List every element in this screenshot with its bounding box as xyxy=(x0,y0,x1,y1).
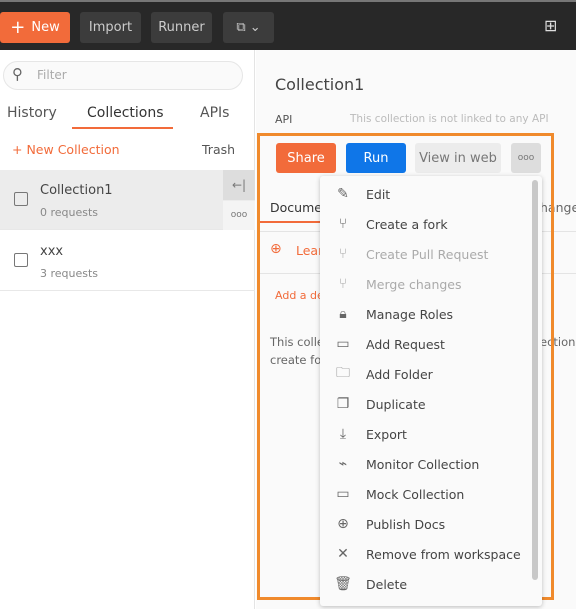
runner-button[interactable]: Runner xyxy=(151,12,212,43)
menu-item[interactable]: 🗀 Add Folder xyxy=(320,359,530,389)
tab-history[interactable]: History xyxy=(7,105,57,121)
menu-item[interactable]: 🗑︎ Delete xyxy=(320,569,530,599)
menu-scrollbar[interactable] xyxy=(532,180,538,580)
merge-icon: ⑂ xyxy=(338,276,348,292)
active-tab-indicator xyxy=(72,127,173,129)
folder-plus-icon: 🗀 xyxy=(336,365,350,381)
menu-item[interactable]: ▭ Mock Collection xyxy=(320,479,530,509)
tab-apis[interactable]: APIs xyxy=(200,105,229,121)
pencil-icon: ✎ xyxy=(337,186,349,202)
filter-input[interactable]: ⚲ Filter xyxy=(3,61,243,90)
folder-icon xyxy=(14,253,28,267)
collapse-icon[interactable]: ←| xyxy=(223,170,255,200)
api-label: API xyxy=(275,113,293,126)
plus-icon: + xyxy=(10,17,26,38)
more-options-icon[interactable]: ooo xyxy=(223,201,255,230)
top-toolbar: + New Import Runner ⧉ ⌄ ⊞ xyxy=(0,0,576,50)
api-text: This collection is not linked to any API xyxy=(350,113,549,125)
tab-collections[interactable]: Collections xyxy=(87,105,164,121)
collection-options-menu: ✎ Edit ⑂ Create a fork ⑂ Create Pull Request ⑂… xyxy=(320,176,542,606)
import-button[interactable]: Import xyxy=(80,12,141,43)
menu-item[interactable]: ✎ Edit xyxy=(320,179,530,209)
server-icon: ▭ xyxy=(336,486,350,502)
menu-item[interactable]: ⤓ Export xyxy=(320,419,530,449)
collection-item[interactable]: xxx 3 requests xyxy=(0,231,255,291)
menu-item[interactable]: ⌁ Monitor Collection xyxy=(320,449,530,479)
grid-icon[interactable]: ⊞ xyxy=(544,16,557,35)
monitor-icon: ⌁ xyxy=(338,456,348,472)
menu-item[interactable]: ⑂ Merge changes xyxy=(320,269,530,299)
menu-item[interactable]: ⑂ Create a fork xyxy=(320,209,530,239)
trash-icon: 🗑︎ xyxy=(334,576,352,592)
trash-button[interactable]: Trash xyxy=(202,142,235,157)
search-icon: ⚲ xyxy=(12,65,23,83)
folder-icon xyxy=(14,192,28,206)
lock-icon: 🔒︎ xyxy=(339,306,347,322)
page-title: Collection1 xyxy=(275,75,365,94)
menu-item[interactable]: ❐ Duplicate xyxy=(320,389,530,419)
pull-request-icon: ⑂ xyxy=(338,246,348,262)
new-button[interactable]: + New xyxy=(0,12,70,43)
globe-icon: ⊕ xyxy=(337,516,349,532)
new-window-button[interactable]: ⧉ ⌄ xyxy=(223,12,274,43)
menu-item[interactable]: ⑂ Create Pull Request xyxy=(320,239,530,269)
menu-item[interactable]: ✕ Remove from workspace xyxy=(320,539,530,569)
duplicate-icon: ❐ xyxy=(336,396,350,412)
download-icon: ⤓ xyxy=(339,426,347,442)
new-collection-button[interactable]: + New Collection xyxy=(12,142,120,157)
collection-item[interactable]: Collection1 0 requests ←| ooo xyxy=(0,170,255,230)
close-icon: ✕ xyxy=(337,546,349,562)
fork-icon: ⑂ xyxy=(338,216,348,232)
menu-item[interactable]: ▭ Add Request xyxy=(320,329,530,359)
new-window-icon: ⧉ ⌄ xyxy=(236,20,261,35)
sidebar xyxy=(0,50,255,609)
menu-item[interactable]: 🔒︎ Manage Roles xyxy=(320,299,530,329)
get-request-icon: ▭ xyxy=(336,336,350,352)
menu-item[interactable]: ⊕ Publish Docs xyxy=(320,509,530,539)
